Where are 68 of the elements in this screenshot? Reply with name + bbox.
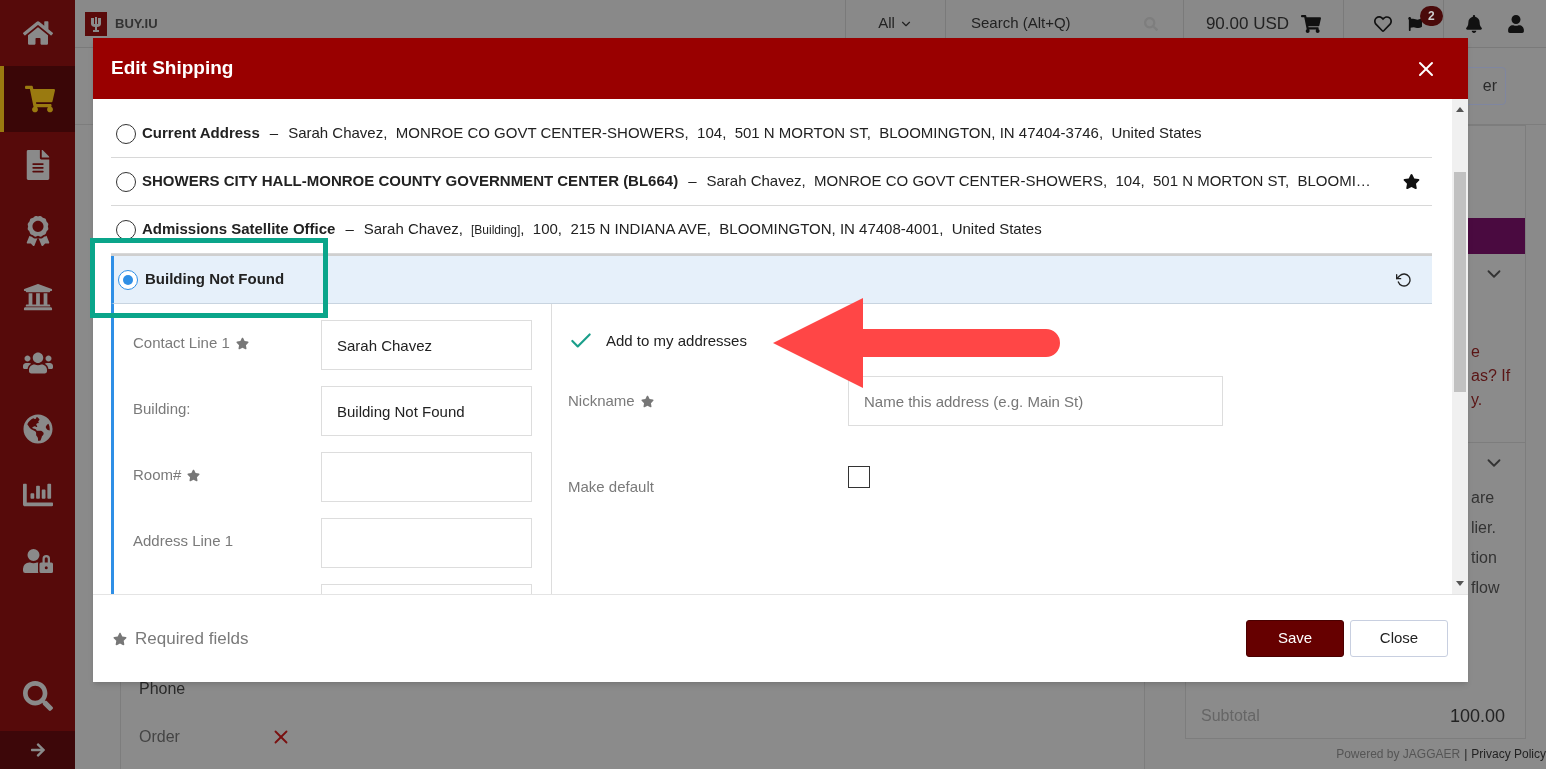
panel-text: flow	[1471, 578, 1501, 598]
privacy-policy-link[interactable]: Privacy Policy	[1471, 745, 1546, 763]
field-label: Building:	[133, 399, 191, 419]
bell-icon[interactable]	[1465, 14, 1483, 33]
panel-text: as? If	[1471, 366, 1512, 386]
panel-text: lier.	[1471, 518, 1497, 538]
cart-icon	[24, 84, 55, 114]
panel-text: are	[1471, 488, 1496, 508]
field-label: Contact Line 1	[133, 333, 230, 353]
nickname-input[interactable]: Name this address (e.g. Main St)	[848, 376, 1223, 426]
field-label: Room#	[133, 465, 182, 485]
user-lock-icon	[22, 546, 53, 576]
flag-icon[interactable]	[1408, 14, 1422, 33]
address-row[interactable]: SHOWERS CITY HALL-MONROE COUNTY GOVERNMENT CENTER (BL664) – Sarah Chavez, MONROE CO GOVT CENTER-SHOWERS, 104, 501 N MORTON ST, BLOOMI…	[111, 158, 1432, 206]
notification-badge: 2	[1420, 6, 1443, 26]
address-details: Sarah Chavez,	[363, 219, 463, 240]
address-details: , 100, 215 N INDIANA AVE, BLOOMINGTON, IN 47408-4001, United States	[520, 219, 1042, 240]
arrow-right-icon	[29, 742, 46, 758]
cart-icon[interactable]	[1301, 13, 1322, 34]
field-label: Make default	[568, 477, 655, 497]
input-field[interactable]: Building Not Found	[321, 386, 532, 436]
dialog-title: Edit Shipping	[111, 56, 234, 81]
checkbox[interactable]	[848, 466, 870, 488]
address-details: Sarah Chavez, MONROE CO GOVT CENTER-SHOWERS, 104, 501 N MORTON ST, BLOOMI…	[706, 171, 1371, 192]
logo-text: BUY.IU	[115, 14, 158, 33]
panel-text: e	[1471, 342, 1481, 362]
input-field[interactable]	[321, 452, 532, 502]
separator-dash: –	[688, 171, 697, 192]
input-field[interactable]	[321, 518, 532, 568]
address-name: Admissions Satellite Office	[142, 219, 336, 240]
separator-dash: –	[269, 123, 279, 144]
input-field[interactable]: Sarah Chavez	[321, 320, 532, 370]
bank-icon	[22, 282, 53, 312]
scrollbar[interactable]	[1452, 99, 1468, 594]
logo-icon	[85, 11, 107, 36]
radio-button[interactable]	[118, 269, 138, 290]
sidebar-item[interactable]	[0, 66, 75, 132]
address-name: Building Not Found	[145, 269, 285, 290]
user-icon[interactable]	[1507, 14, 1525, 33]
search-icon	[22, 681, 53, 711]
field-label: Phone	[139, 679, 187, 699]
scroll-up-icon[interactable]	[1456, 107, 1464, 112]
address-row[interactable]: Building Not Found	[111, 256, 1432, 304]
field-label: Nickname	[568, 390, 635, 411]
expand-sidebar-button[interactable]	[0, 731, 75, 769]
address-name: SHOWERS CITY HALL-MONROE COUNTY GOVERNMENT CENTER (BL664)	[142, 171, 679, 192]
address-name: Current Address	[142, 123, 260, 144]
field-label: Order	[139, 727, 180, 747]
scroll-down-icon[interactable]	[1456, 581, 1464, 586]
address-row[interactable]: Current Address – Sarah Chavez, MONROE CO GOVT CENTER-SHOWERS, 104, 501 N MORTON ST, BLOOMINGTON, IN 47404-3746, United States	[111, 110, 1432, 158]
save-button[interactable]: Save	[1246, 620, 1344, 657]
scrollbar-thumb[interactable]	[1454, 172, 1466, 392]
required-fields-note: Required fields	[135, 627, 249, 650]
globe-icon	[22, 414, 53, 444]
separator-dash: –	[345, 219, 354, 240]
home-icon	[22, 18, 53, 48]
cart-total: 90.00 USD	[1205, 12, 1290, 35]
footer-separator: |	[1464, 746, 1468, 763]
field-label: Address Line 1	[133, 531, 234, 551]
subtotal-value: 100.00	[1449, 704, 1505, 728]
reset-icon[interactable]	[1396, 271, 1412, 288]
panel-text: y.	[1471, 390, 1484, 410]
address-details: Sarah Chavez, MONROE CO GOVT CENTER-SHOWERS, 104, 501 N MORTON ST, BLOOMINGTON, IN 47404-3746, United States	[288, 123, 1202, 144]
required-star-icon	[113, 631, 127, 646]
panel-text: tion	[1471, 548, 1498, 568]
checkbox-label: Add to my addresses	[606, 330, 747, 351]
close-button[interactable]: Close	[1350, 620, 1448, 657]
heart-icon[interactable]	[1374, 14, 1392, 33]
